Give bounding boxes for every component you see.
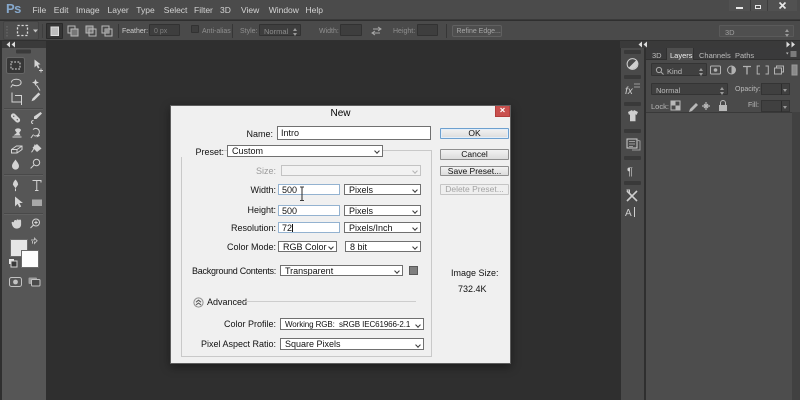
- svg-text:¶: ¶: [627, 166, 633, 178]
- svg-text:fx: fx: [625, 86, 634, 97]
- svg-text:A: A: [625, 208, 632, 219]
